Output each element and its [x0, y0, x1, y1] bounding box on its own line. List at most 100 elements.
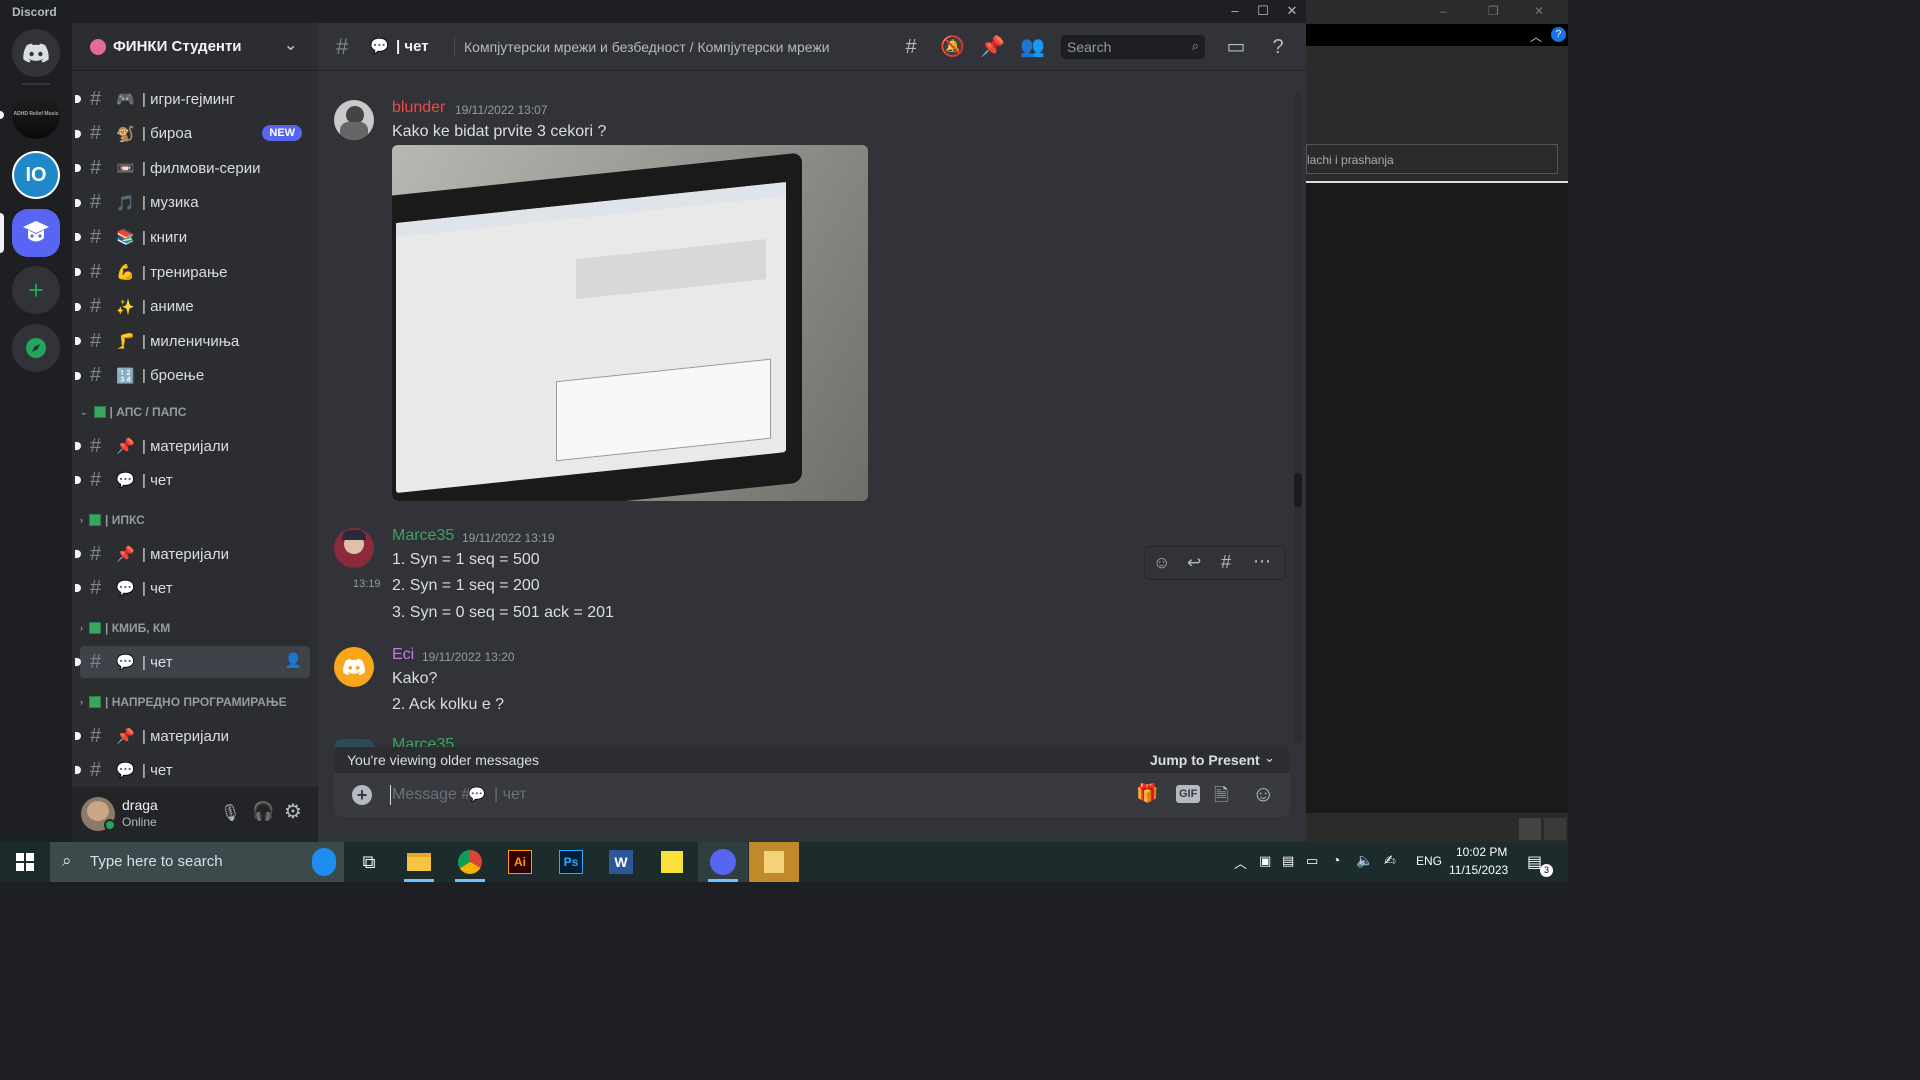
finki-server-icon[interactable]	[12, 209, 60, 257]
settings-gear-icon[interactable]: ⚙	[284, 799, 302, 824]
author-avatar[interactable]	[334, 647, 374, 687]
inbox-icon[interactable]: ▭	[1224, 35, 1248, 59]
category-header[interactable]: ⌄ | АПС / ПАПС	[80, 400, 310, 424]
explore-compass-icon[interactable]	[12, 324, 60, 372]
channel-item[interactable]: # 📚 | книги	[75, 221, 310, 253]
sticky-notes-icon[interactable]	[647, 842, 697, 882]
channel-item[interactable]: # 💬 | чет	[75, 754, 310, 786]
file-explorer-icon[interactable]	[394, 842, 444, 882]
channel-item[interactable]: # ✨ | аниме	[75, 291, 310, 323]
sticker-icon[interactable]: 🗎	[1214, 783, 1228, 813]
channel-item[interactable]: # 💬 | чет 👤	[75, 646, 310, 679]
channel-topic[interactable]: Компјутерски мрежи и безбедност / Компју…	[464, 39, 830, 55]
gift-icon[interactable]: 🎁	[1136, 783, 1158, 804]
notification-mute-icon[interactable]: 🔕	[940, 35, 965, 59]
background-input[interactable]: lachi i prashanja	[1306, 144, 1558, 174]
threads-icon[interactable]: #	[899, 35, 923, 59]
channel-item[interactable]: # 🎵 | музика	[75, 187, 310, 219]
maximize-button[interactable]: ☐	[1249, 2, 1277, 20]
message-input[interactable]: Message # 💬 | чет	[390, 783, 1110, 807]
pinned-messages-icon[interactable]: 📌	[980, 35, 1005, 59]
tray-chevron-icon[interactable]: ︿	[1234, 853, 1247, 872]
add-member-icon[interactable]: 👤	[285, 652, 302, 669]
message-author[interactable]: Eci	[392, 646, 414, 664]
word-icon[interactable]: W	[596, 842, 646, 882]
message-image-attachment[interactable]	[392, 145, 868, 501]
create-thread-icon[interactable]: #	[1221, 552, 1231, 573]
headphones-icon[interactable]: 🎧	[252, 801, 274, 822]
bg-minimize-button[interactable]: –	[1440, 4, 1447, 18]
text-cursor	[390, 785, 391, 805]
camera-icon[interactable]: ▣	[1259, 853, 1271, 869]
minimize-button[interactable]: –	[1221, 2, 1249, 20]
jump-to-present-button[interactable]: Jump to Present	[1150, 752, 1260, 768]
category-header[interactable]: › | КМИБ, КМ	[80, 616, 310, 640]
chevron-down-icon[interactable]: ⌄	[284, 35, 297, 55]
pen-icon[interactable]: ✍	[1384, 852, 1396, 869]
help-icon[interactable]: ?	[1551, 27, 1566, 42]
channel-item[interactable]: # 💬 | чет	[75, 572, 310, 604]
add-server-icon[interactable]: +	[12, 266, 60, 314]
channel-item[interactable]: # 📼 | филмови-серии	[75, 152, 310, 184]
more-options-icon[interactable]: ⋯	[1253, 551, 1271, 572]
chevron-up-icon[interactable]: ︿	[1530, 28, 1542, 45]
bg-restore-button[interactable]: ❐	[1488, 4, 1499, 18]
channel-emoji: 💬	[116, 762, 135, 780]
channel-item[interactable]: # 📌 | материјали	[75, 720, 310, 752]
search-icon: ⌕	[62, 851, 72, 870]
view-toggle-icon[interactable]	[1519, 818, 1541, 840]
gif-button[interactable]: GIF	[1176, 785, 1201, 803]
add-reaction-icon[interactable]: ☺	[1153, 553, 1170, 573]
volume-icon[interactable]: 🔈	[1356, 852, 1373, 869]
message-timestamp: 19/11/2022 13:19	[462, 531, 555, 545]
wifi-icon[interactable]: ◔	[1332, 852, 1340, 868]
battery-icon[interactable]: ▭	[1306, 853, 1318, 869]
windows-start-icon[interactable]	[0, 842, 50, 882]
channel-item[interactable]: # 📌 | материјали	[75, 538, 310, 570]
channel-item[interactable]: # 🔢 | броење	[75, 360, 310, 392]
adhd-relief-music-server[interactable]: ADHD Relief Music	[12, 91, 60, 139]
language-indicator[interactable]: ENG	[1416, 854, 1442, 868]
channel-hash-icon: #	[90, 156, 102, 179]
clock-time[interactable]: 10:02 PM	[1456, 845, 1507, 859]
layout-icon[interactable]	[1544, 818, 1566, 840]
channel-item[interactable]: # 📌 | материјали	[75, 430, 310, 462]
message-author[interactable]: blunder	[392, 99, 445, 117]
scrollbar-thumb[interactable]	[1294, 473, 1302, 507]
display-icon[interactable]: ▤	[1282, 853, 1294, 869]
io-server-icon[interactable]: IO	[12, 151, 60, 199]
task-view-icon[interactable]: ⧉	[344, 842, 394, 882]
discord-taskbar-icon[interactable]	[698, 842, 748, 882]
channel-unread-indicator	[75, 732, 81, 741]
illustrator-icon[interactable]: Ai	[495, 842, 545, 882]
category-header[interactable]: › | ИПКС	[80, 508, 310, 532]
channel-item[interactable]: # 🎮 | игри-гејминг	[75, 83, 310, 115]
clock-date[interactable]: 11/15/2023	[1449, 863, 1508, 877]
server-header[interactable]: ФИНКИ Студенти ⌄	[72, 23, 318, 71]
help-icon[interactable]: ?	[1266, 35, 1290, 59]
channel-item[interactable]: # 🦵 | миленичиња	[75, 325, 310, 357]
close-button[interactable]: ✕	[1278, 2, 1306, 20]
channel-item[interactable]: # 🐒 | бироа NEW	[75, 118, 310, 150]
author-avatar[interactable]	[334, 100, 374, 140]
bg-close-button[interactable]: ✕	[1534, 4, 1544, 18]
message-author[interactable]: Marce35	[392, 527, 454, 545]
member-list-icon[interactable]: 👥	[1020, 35, 1045, 59]
active-window-icon[interactable]	[749, 842, 799, 882]
channel-emoji: ✨	[116, 298, 135, 316]
discord-home-icon[interactable]	[12, 29, 60, 77]
scrollbar-track[interactable]	[1294, 93, 1302, 743]
taskbar-search-box[interactable]: ⌕ Type here to search	[50, 842, 344, 882]
reply-icon[interactable]: ↩	[1187, 553, 1201, 573]
author-avatar[interactable]	[334, 528, 374, 568]
microphone-icon[interactable]: 🎙	[220, 803, 240, 823]
channel-item[interactable]: # 💬 | чет	[75, 464, 310, 496]
search-input[interactable]: Search ⌕	[1061, 35, 1205, 59]
chrome-icon[interactable]	[445, 842, 495, 882]
upload-plus-icon[interactable]: +	[352, 785, 372, 805]
channel-item[interactable]: # 💪 | тренирање	[75, 256, 310, 288]
category-header[interactable]: › | НАПРЕДНО ПРОГРАМИРАЊЕ	[80, 690, 310, 714]
photoshop-icon[interactable]: Ps	[546, 842, 596, 882]
emoji-picker-icon[interactable]: ☺	[1252, 781, 1274, 807]
background-window-toolbar: ︿ ?	[1306, 24, 1568, 46]
